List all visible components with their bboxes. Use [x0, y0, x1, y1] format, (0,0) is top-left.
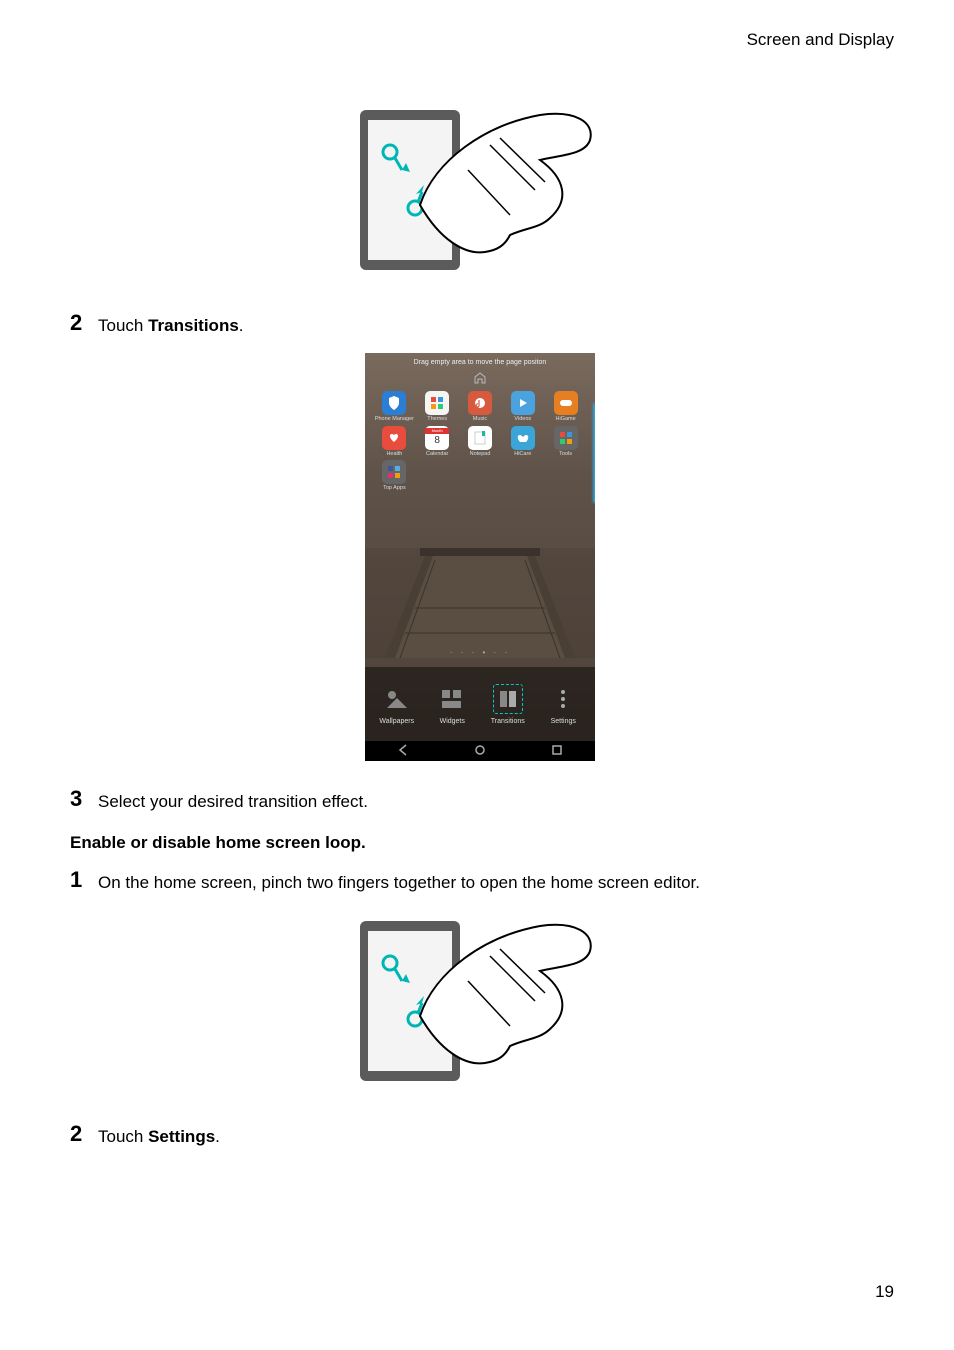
app-videos: Videos	[501, 391, 544, 423]
pinch-illustration-2	[70, 911, 890, 1096]
app-hicare: HiCare	[501, 426, 544, 458]
app-grid: Phone Manager Themes Music Videos HiGame…	[365, 387, 595, 495]
phone-screenshot: Drag empty area to move the page positon…	[365, 353, 595, 761]
app-health: Health	[373, 426, 416, 458]
home-outline-icon	[365, 372, 595, 387]
widgets-button[interactable]: Widgets	[425, 684, 481, 725]
step-3-row: 3 Select your desired transition effect.	[70, 786, 890, 815]
app-themes: Themes	[416, 391, 459, 423]
app-higame: HiGame	[544, 391, 587, 423]
step-2-row: 2 Touch Transitions.	[70, 310, 890, 339]
app-calendar: Month8Calendar	[416, 426, 459, 458]
settings-bold: Settings	[148, 1127, 215, 1146]
step2-prefix: Touch	[98, 316, 148, 335]
step-number: 3	[70, 786, 98, 812]
step-text: On the home screen, pinch two fingers to…	[98, 867, 700, 896]
pier-background	[365, 548, 595, 658]
pinch-gesture-icon	[340, 911, 620, 1091]
screen-edge-glow	[593, 403, 595, 503]
settings-button[interactable]: Settings	[536, 684, 592, 725]
step-number: 2	[70, 310, 98, 336]
nav-recent-icon[interactable]	[551, 744, 563, 759]
page-indicator-dots: · · · • · ·	[365, 648, 595, 657]
step-text: Touch Transitions.	[98, 310, 244, 339]
section-heading-loop: Enable or disable home screen loop.	[70, 833, 890, 853]
step-number: 2	[70, 1121, 98, 1147]
page-number: 19	[875, 1282, 894, 1302]
header-section-label: Screen and Display	[747, 30, 894, 50]
step-text: Select your desired transition effect.	[98, 786, 368, 815]
app-top-apps: Top Apps	[373, 460, 416, 492]
pinch-illustration-1	[70, 100, 890, 285]
home-editor-toolbar: Wallpapers Widgets Transitions Settings	[365, 667, 595, 741]
loop-step-1-row: 1 On the home screen, pinch two fingers …	[70, 867, 890, 896]
loop-step2-suffix: .	[215, 1127, 220, 1146]
app-tools: Tools	[544, 426, 587, 458]
transitions-bold: Transitions	[148, 316, 239, 335]
step-text: Touch Settings.	[98, 1121, 220, 1150]
page-content: 2 Touch Transitions. Drag empty area to …	[70, 90, 890, 1164]
wallpapers-button[interactable]: Wallpapers	[369, 684, 425, 725]
drag-hint-text: Drag empty area to move the page positon	[365, 353, 595, 366]
pinch-gesture-icon	[340, 100, 620, 280]
nav-home-icon[interactable]	[474, 744, 486, 759]
app-music: Music	[459, 391, 502, 423]
loop-step2-prefix: Touch	[98, 1127, 148, 1146]
nav-back-icon[interactable]	[397, 744, 409, 759]
app-notepad: Notepad	[459, 426, 502, 458]
step2-suffix: .	[239, 316, 244, 335]
step-number: 1	[70, 867, 98, 893]
loop-step-2-row: 2 Touch Settings.	[70, 1121, 890, 1150]
app-phone-manager: Phone Manager	[373, 391, 416, 423]
android-nav-bar	[365, 741, 595, 761]
transitions-button[interactable]: Transitions	[480, 684, 536, 725]
